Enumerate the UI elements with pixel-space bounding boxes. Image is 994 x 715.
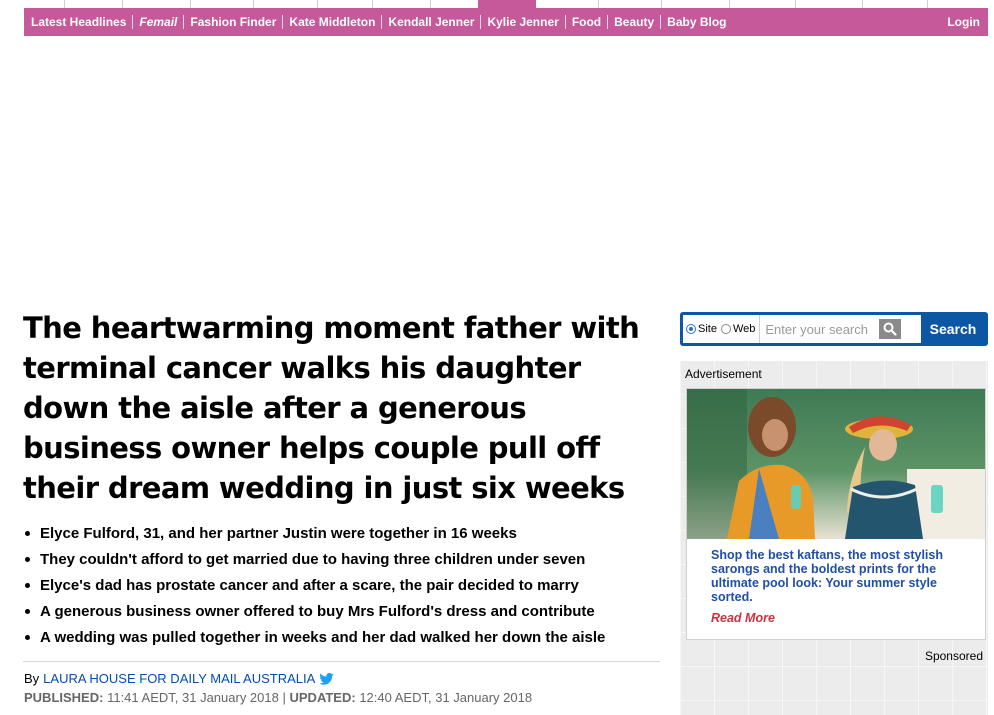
radio-web-label[interactable]: Web <box>733 323 755 335</box>
ad-read-more-link[interactable]: Read More <box>711 611 775 625</box>
sponsored-ad-card[interactable]: Shop the best kaftans, the most stylish … <box>686 388 986 663</box>
publish-separator: | <box>282 690 286 705</box>
search-field-group: Site Web <box>683 315 921 343</box>
nav-item-baby-blog[interactable]: Baby Blog <box>661 15 732 29</box>
tab-divider <box>661 0 662 8</box>
search-scope-options: Site Web <box>683 323 759 335</box>
nav-item-latest-headlines[interactable]: Latest Headlines <box>31 15 134 29</box>
tab-divider <box>253 0 254 8</box>
nav-item-kendall-jenner[interactable]: Kendall Jenner <box>382 15 482 29</box>
summary-bullet-text: They couldn't afford to get married due … <box>40 551 586 568</box>
summary-bullet: Elyce's dad has prostate cancer and afte… <box>24 573 664 599</box>
nav-item-food[interactable]: Food <box>566 15 609 29</box>
ad-headline[interactable]: Shop the best kaftans, the most stylish … <box>711 548 971 604</box>
tab-divider <box>372 0 373 8</box>
summary-bullet-text: Elyce's dad has prostate cancer and afte… <box>40 577 579 594</box>
published-time: 11:41 AEDT, 31 January 2018 <box>107 690 279 705</box>
radio-site-label[interactable]: Site <box>698 323 717 335</box>
published-label: PUBLISHED: <box>24 690 104 705</box>
advertisement-panel: Advertisement Shop the best kaftans, the… <box>680 361 988 715</box>
nav-item-beauty[interactable]: Beauty <box>608 15 662 29</box>
summary-bullet-text: A wedding was pulled together in weeks a… <box>40 629 606 646</box>
publish-info: PUBLISHED: 11:41 AEDT, 31 January 2018 |… <box>24 690 532 705</box>
nav-item-kate-middleton[interactable]: Kate Middleton <box>283 15 383 29</box>
byline-divider <box>23 661 660 662</box>
bullet-dot <box>25 635 30 640</box>
tab-divider <box>927 0 928 8</box>
byline-prefix: By <box>24 671 40 686</box>
updated-time: 12:40 AEDT, 31 January 2018 <box>359 690 533 705</box>
radio-site[interactable] <box>686 324 696 334</box>
bullet-dot <box>25 531 30 536</box>
tab-divider <box>190 0 191 8</box>
bullet-dot <box>25 557 30 562</box>
nav-item-fashion-finder[interactable]: Fashion Finder <box>184 15 284 29</box>
advertisement-label: Advertisement <box>685 367 762 381</box>
author-link[interactable]: LAURA HOUSE FOR DAILY MAIL AUSTRALIA <box>43 671 315 686</box>
bullet-dot <box>25 609 30 614</box>
updated-label: UPDATED: <box>289 690 356 705</box>
tab-divider <box>862 0 863 8</box>
summary-bullet: A generous business owner offered to buy… <box>24 599 664 625</box>
tab-divider <box>795 0 796 8</box>
byline: By LAURA HOUSE FOR DAILY MAIL AUSTRALIA <box>24 671 334 686</box>
search-button[interactable]: Search <box>921 315 985 343</box>
radio-web[interactable] <box>720 324 731 334</box>
tab-divider <box>122 0 123 8</box>
twitter-icon[interactable] <box>319 672 334 685</box>
article-summary-bullets: Elyce Fulford, 31, and her partner Justi… <box>24 521 664 651</box>
tab-divider <box>729 0 730 8</box>
bullet-dot <box>25 583 30 588</box>
search-input[interactable] <box>759 315 878 343</box>
search-widget: Site Web Search <box>680 312 988 346</box>
femail-nav-bar: Latest Headlines Femail Fashion Finder K… <box>24 8 988 36</box>
summary-bullet-text: Elyce Fulford, 31, and her partner Justi… <box>40 525 517 542</box>
search-icon[interactable] <box>879 319 902 339</box>
summary-bullet-text: A generous business owner offered to buy… <box>40 603 595 620</box>
tab-divider <box>598 0 599 8</box>
nav-item-femail[interactable]: Femail <box>133 15 185 29</box>
tab-divider <box>317 0 318 8</box>
login-link[interactable]: Login <box>947 15 980 29</box>
tab-divider <box>430 0 431 8</box>
ad-image[interactable] <box>687 389 985 539</box>
nav-item-kylie-jenner[interactable]: Kylie Jenner <box>481 15 566 29</box>
summary-bullet: A wedding was pulled together in weeks a… <box>24 625 664 651</box>
summary-bullet: They couldn't afford to get married due … <box>24 547 664 573</box>
sponsored-label: Sponsored <box>924 649 983 663</box>
tab-divider <box>64 0 65 8</box>
summary-bullet: Elyce Fulford, 31, and her partner Justi… <box>24 521 664 547</box>
article-headline: The heartwarming moment father with term… <box>23 311 640 505</box>
